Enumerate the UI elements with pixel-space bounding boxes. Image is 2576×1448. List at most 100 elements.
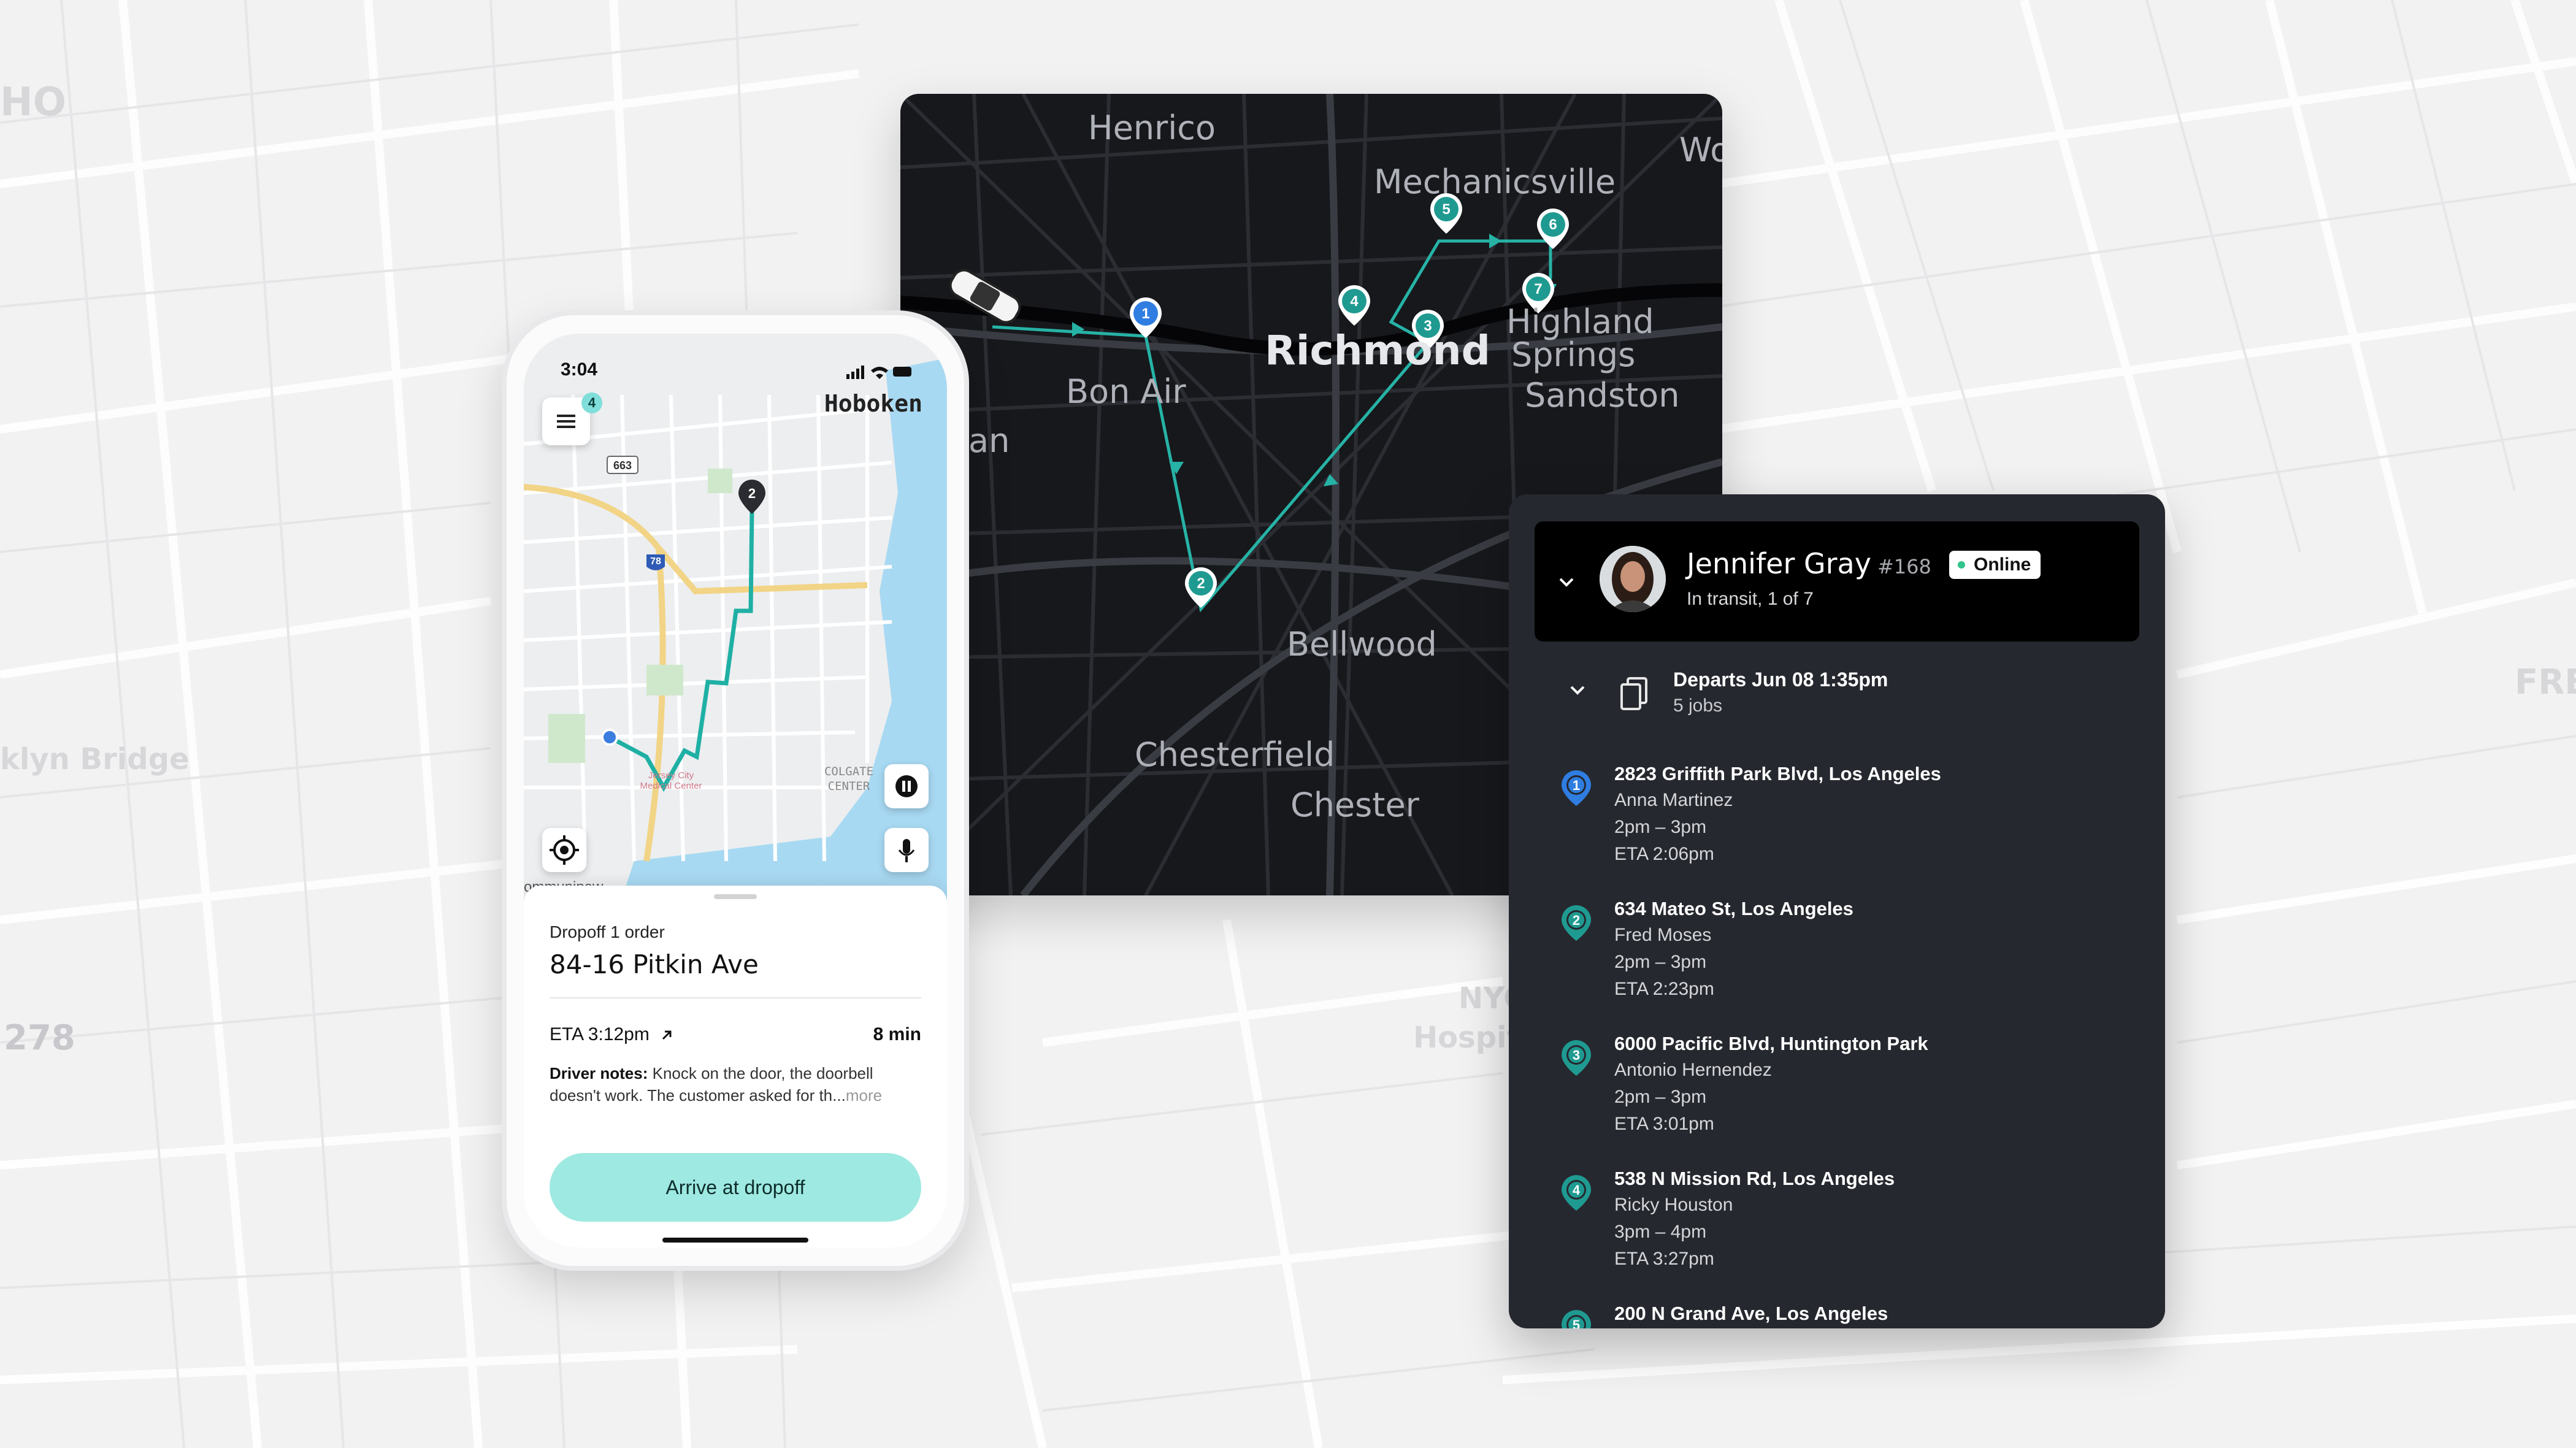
sheet-handle[interactable] [714, 894, 757, 899]
stop-window: 2pm – 3pm [1614, 952, 1707, 972]
online-dot-icon [1958, 561, 1965, 569]
stop-number: 4 [1573, 1182, 1581, 1198]
stop-pin-icon: 5 [1562, 1310, 1591, 1328]
stop-customer: Anna Martinez [1614, 790, 1733, 810]
driver-status: In transit, 1 of 7 [1687, 589, 1814, 609]
route-stop-pin-2[interactable]: 2 [1185, 567, 1217, 608]
pause-icon [895, 775, 918, 797]
sheet-divider [550, 997, 921, 998]
stop-window: 3pm – 4pm [1614, 1222, 1707, 1242]
map-label-bon-air: Bon Air [1066, 372, 1186, 411]
stop-list-item[interactable]: 5 200 N Grand Ave, Los Angeles [1509, 1303, 2165, 1328]
city-label: Hoboken [824, 390, 922, 417]
highway-78-label: 78 [650, 556, 661, 567]
stop-address: 634 Mateo St, Los Angeles [1614, 898, 1853, 919]
map-label-chester: Chester [1290, 786, 1419, 824]
stop-eta: ETA 3:01pm [1614, 1114, 1714, 1134]
route-stop-number: 1 [1141, 305, 1149, 322]
driver-name-row: Jennifer Gray #168 [1687, 547, 1931, 580]
chevron-down-icon [1559, 578, 1574, 587]
jobs-count: 5 jobs [1673, 695, 1723, 716]
status-bar: 3:04 [524, 359, 947, 390]
avatar [1600, 546, 1666, 612]
stop-number: 2 [1573, 913, 1580, 928]
bg-label-ho: HO [0, 80, 66, 125]
eta-duration: 8 min [873, 1024, 921, 1044]
stop-address: 200 N Grand Ave, Los Angeles [1614, 1303, 1888, 1324]
svg-text:CENTER: CENTER [828, 780, 870, 793]
driver-notes-label: Driver notes: [550, 1064, 648, 1082]
arrow-up-right-icon [662, 1030, 672, 1040]
stop-pin-icon: 3 [1562, 1040, 1591, 1076]
dropoff-subtitle: Dropoff 1 order [550, 922, 665, 941]
stop-list-item[interactable]: 4 538 N Mission Rd, Los Angeles Ricky Ho… [1509, 1168, 2165, 1297]
map-label-henrico: Henrico [1088, 109, 1216, 147]
stop-address: 538 N Mission Rd, Los Angeles [1614, 1168, 1895, 1189]
route-chevron-down-icon[interactable] [1566, 680, 1589, 702]
map-label-chesterfield: Chesterfield [1135, 735, 1335, 774]
pause-button[interactable] [884, 764, 929, 808]
location-button[interactable] [542, 828, 586, 872]
microphone-icon [898, 839, 915, 862]
bg-label-fre: FRE [2515, 662, 2576, 702]
highway-663-label: 663 [613, 459, 632, 472]
documents-icon [1620, 677, 1647, 710]
eta-row[interactable]: ETA 3:12pm [550, 1024, 675, 1045]
stop-list-item[interactable]: 1 2823 Griffith Park Blvd, Los Angeles A… [1509, 763, 2165, 892]
online-badge: Online [1949, 551, 2041, 579]
departure-time: Departs Jun 08 1:35pm [1673, 668, 1888, 691]
crosshair-icon [550, 835, 579, 865]
dropoff-sheet: Dropoff 1 order 84-16 Pitkin Ave ETA 3:1… [524, 886, 947, 1247]
phone-stop-2: 2 [748, 486, 756, 501]
route-panel: Jennifer Gray #168 Online In transit, 1 o… [1509, 494, 2165, 1328]
map-label-mechanicsville: Mechanicsville [1374, 163, 1616, 201]
notes-more-link[interactable]: more [846, 1086, 882, 1105]
stop-pin-icon: 2 [1562, 905, 1591, 941]
stop-number: 5 [1573, 1317, 1580, 1328]
hospital-label: Jersey City [648, 770, 694, 781]
route-stop-number: 2 [1197, 575, 1205, 592]
stop-list-item[interactable]: 2 634 Mateo St, Los Angeles Fred Moses 2… [1509, 898, 2165, 1027]
driver-number: #168 [1877, 555, 1931, 578]
map-label-ian: ian [959, 421, 1010, 460]
dropoff-address: 84-16 Pitkin Ave [550, 949, 759, 979]
eta-text: ETA 3:12pm [550, 1024, 650, 1044]
route-stop-pin-6[interactable]: 6 [1537, 209, 1569, 249]
menu-badge: 4 [581, 393, 602, 413]
bg-label-bridge: klyn Bridge [0, 742, 190, 776]
map-label-richmond: Richmond [1265, 327, 1490, 374]
status-time: 3:04 [561, 359, 598, 380]
stop-window: 2pm – 3pm [1614, 1087, 1707, 1107]
phone-screen: 2 663 78 Jersey City Medical Center COLG… [524, 334, 947, 1247]
map-label-springs: Springs [1511, 335, 1636, 374]
route-stop-number: 6 [1549, 216, 1557, 233]
stop-eta: ETA 3:27pm [1614, 1249, 1714, 1269]
phone-device: 2 663 78 Jersey City Medical Center COLG… [507, 315, 964, 1266]
route-stop-number: 7 [1534, 281, 1542, 297]
stop-pin-icon: 1 [1562, 770, 1591, 806]
signal-wifi-battery-icon [846, 366, 911, 379]
stop-eta: ETA 2:06pm [1614, 844, 1714, 864]
svg-text:Medical Center: Medical Center [640, 781, 702, 791]
bg-label-278: 278 [4, 1018, 75, 1058]
status-icons [846, 364, 914, 382]
arrive-at-dropoff-button[interactable]: Arrive at dropoff [550, 1153, 921, 1222]
route-stop-number: 5 [1442, 201, 1450, 218]
stop-customer: Ricky Houston [1614, 1195, 1733, 1215]
stop-address: 6000 Pacific Blvd, Huntington Park [1614, 1033, 1928, 1054]
stop-customer: Antonio Hernendez [1614, 1060, 1772, 1080]
stop-number: 1 [1573, 778, 1580, 793]
microphone-button[interactable] [884, 828, 929, 872]
stop-list-item[interactable]: 3 6000 Pacific Blvd, Huntington Park Ant… [1509, 1033, 2165, 1162]
stop-pin-icon: 4 [1562, 1175, 1591, 1211]
stop-window: 2pm – 3pm [1614, 817, 1707, 837]
colgate-label: COLGATE [824, 765, 873, 778]
route-stop-pin-4[interactable]: 4 [1338, 285, 1370, 326]
map-label-sandston: Sandston [1525, 376, 1680, 415]
driver-name: Jennifer Gray [1687, 547, 1871, 580]
home-indicator [662, 1238, 808, 1243]
driver-header[interactable]: Jennifer Gray #168 Online In transit, 1 o… [1535, 521, 2139, 642]
online-label: Online [1974, 554, 2031, 575]
stop-eta: ETA 2:23pm [1614, 979, 1714, 999]
stop-number: 3 [1573, 1048, 1580, 1063]
